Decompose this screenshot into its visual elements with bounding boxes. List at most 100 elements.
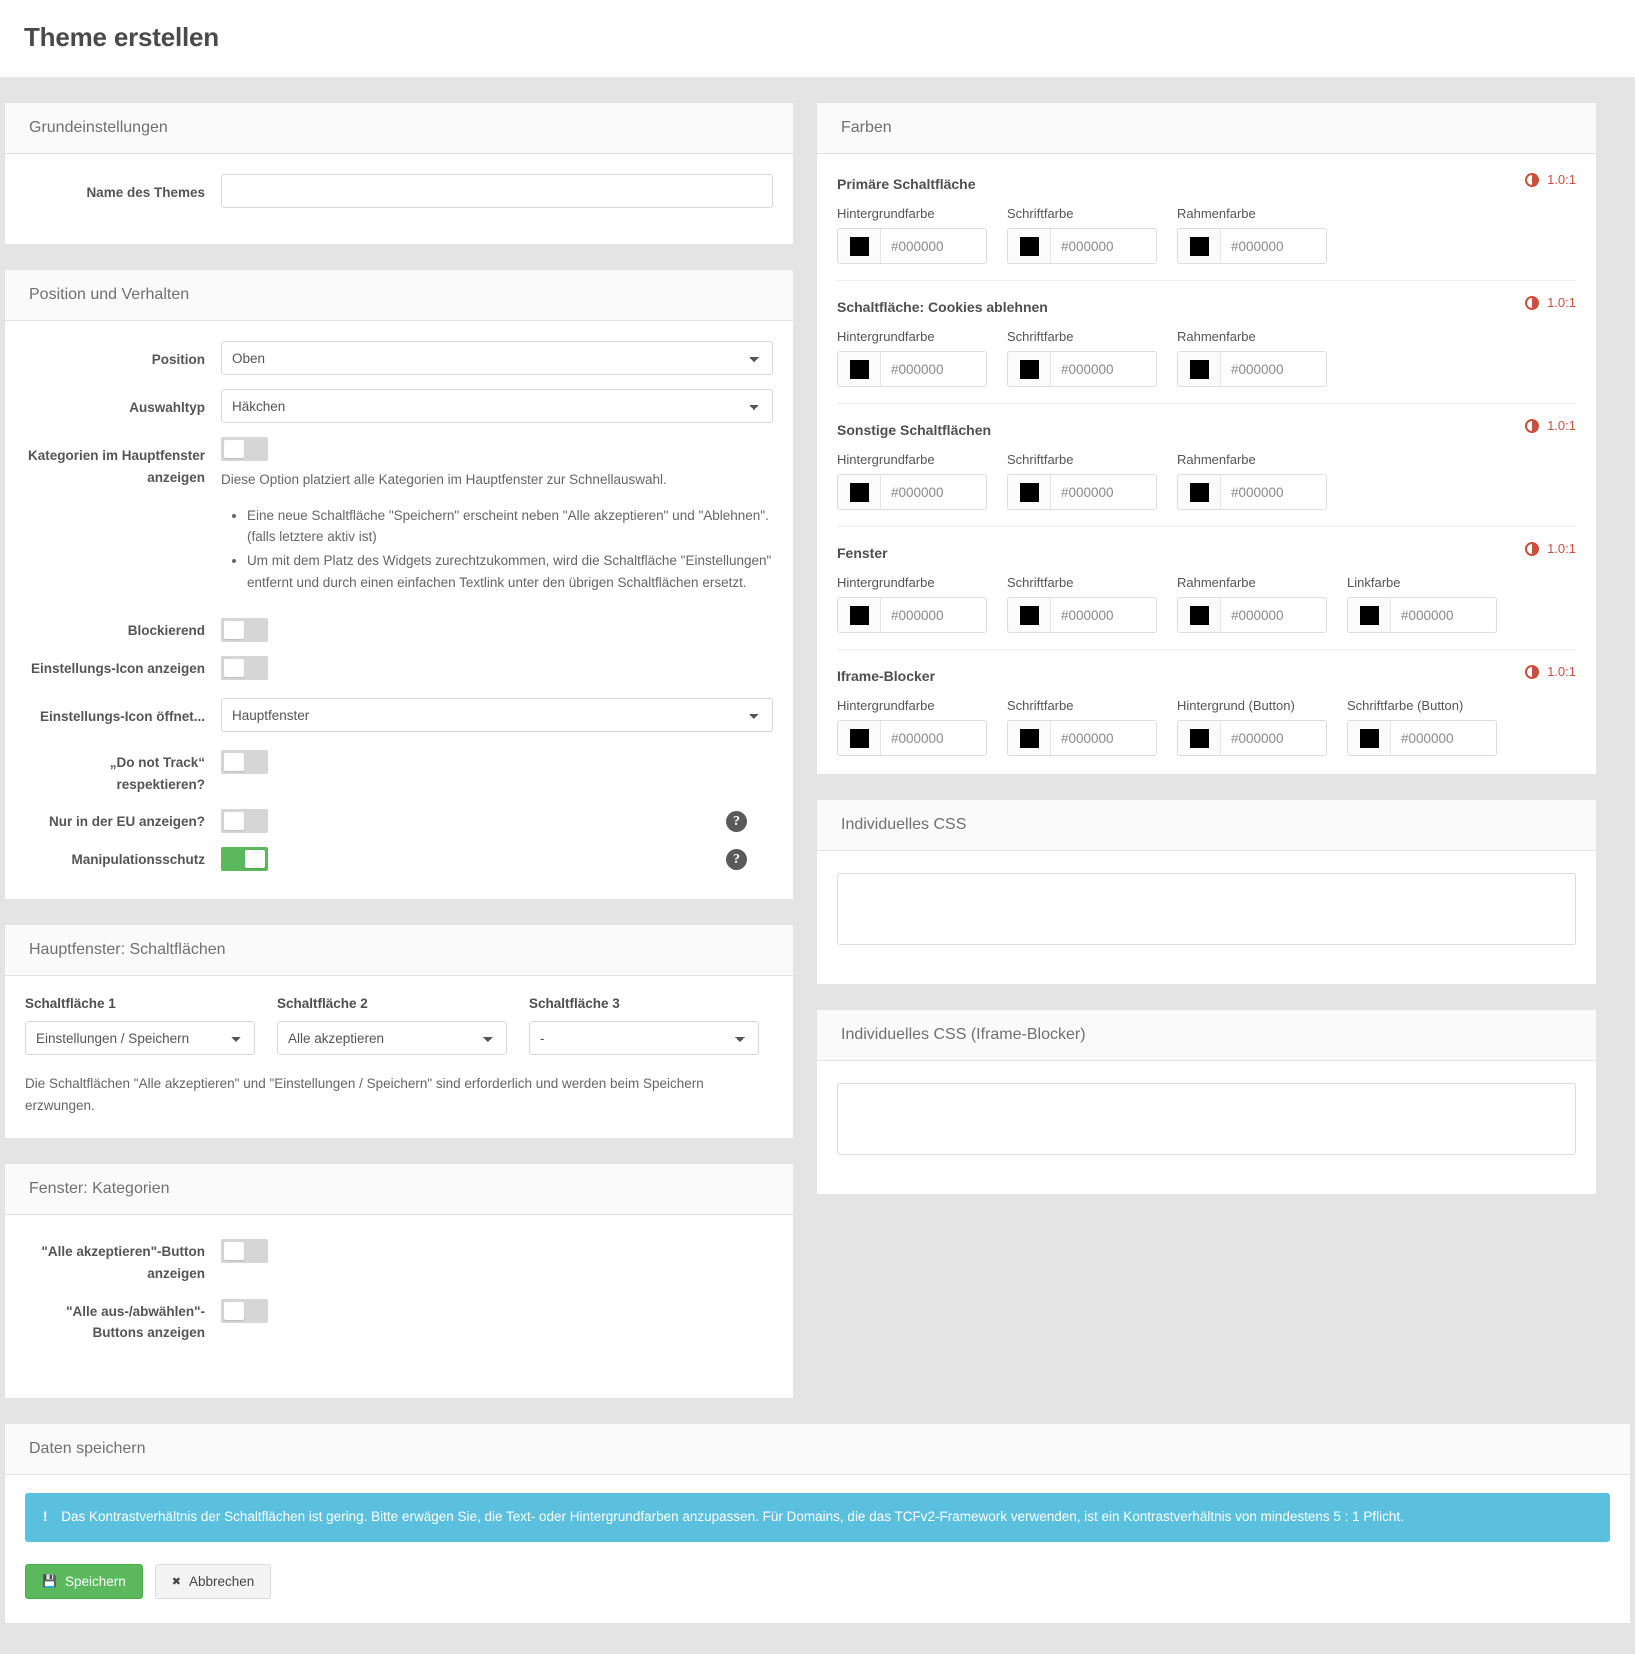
show-settings-icon-toggle[interactable]: [221, 656, 268, 680]
row-selection-type: Auswahltyp Häkchen: [25, 389, 773, 423]
settings-icon-opens-select[interactable]: Hauptfenster: [221, 698, 773, 732]
blocking-toggle[interactable]: [221, 618, 268, 642]
button-slot-1-select[interactable]: Einstellungen / Speichern: [25, 1021, 255, 1055]
color-hex-input[interactable]: [1051, 352, 1156, 386]
color-hex-input[interactable]: [1051, 475, 1156, 509]
list-item: Eine neue Schaltfläche "Speichern" ersch…: [247, 505, 773, 549]
color-field-label: Rahmenfarbe: [1177, 575, 1327, 590]
contrast-icon: [1525, 542, 1539, 556]
color-hex-input[interactable]: [881, 721, 986, 755]
custom-css-textarea[interactable]: [837, 873, 1576, 945]
categories-help-list: Eine neue Schaltfläche "Speichern" ersch…: [221, 505, 773, 594]
color-swatch-button[interactable]: [838, 229, 881, 263]
panel-custom-css-title: Individuelles CSS: [817, 800, 1596, 851]
button-slot-2-label: Schaltfläche 2: [277, 996, 507, 1011]
blocking-label: Blockierend: [25, 618, 221, 642]
color-swatch-button[interactable]: [1008, 598, 1051, 632]
color-hex-input[interactable]: [881, 229, 986, 263]
color-hex-input[interactable]: [1051, 229, 1156, 263]
color-hex-input[interactable]: [1051, 598, 1156, 632]
categories-main-window-label: Kategorien im Hauptfenster anzeigen: [25, 437, 221, 488]
color-field-label: Rahmenfarbe: [1177, 206, 1327, 221]
categories-help-text: Diese Option platziert alle Kategorien i…: [221, 469, 773, 491]
color-swatch-button[interactable]: [838, 598, 881, 632]
panel-colors-title: Farben: [817, 103, 1596, 154]
color-hex-input[interactable]: [881, 475, 986, 509]
contrast-ratio-badge: 1.0:1: [1525, 541, 1576, 556]
color-swatch-button[interactable]: [1008, 721, 1051, 755]
eu-only-toggle[interactable]: [221, 809, 268, 833]
color-swatch-button[interactable]: [1178, 352, 1221, 386]
color-hex-input[interactable]: [1221, 598, 1326, 632]
contrast-ratio-badge: 1.0:1: [1525, 172, 1576, 187]
color-swatch-button[interactable]: [1348, 598, 1391, 632]
show-settings-icon-label: Einstellungs-Icon anzeigen: [25, 656, 221, 680]
categories-main-window-toggle[interactable]: [221, 437, 268, 461]
color-field: Hintergrundfarbe: [837, 698, 987, 756]
panel-position-behavior-title: Position und Verhalten: [5, 270, 793, 321]
save-button[interactable]: 💾 Speichern: [25, 1564, 143, 1599]
button-slot-2: Schaltfläche 2 Alle akzeptieren: [277, 996, 507, 1055]
button-slot-2-select[interactable]: Alle akzeptieren: [277, 1021, 507, 1055]
help-circle-icon[interactable]: ?: [726, 849, 747, 870]
color-hex-input[interactable]: [881, 352, 986, 386]
color-field: Rahmenfarbe: [1177, 329, 1327, 387]
row-show-settings-icon: Einstellungs-Icon anzeigen: [25, 656, 773, 680]
contrast-ratio-value: 1.0:1: [1547, 418, 1576, 433]
color-field: Schriftfarbe: [1007, 452, 1157, 510]
color-hex-input[interactable]: [1221, 229, 1326, 263]
color-field-label: Hintergrund (Button): [1177, 698, 1327, 713]
color-swatch-button[interactable]: [1178, 475, 1221, 509]
settings-icon-opens-label: Einstellungs-Icon öffnet...: [25, 698, 221, 728]
color-swatch-button[interactable]: [838, 352, 881, 386]
do-not-track-toggle[interactable]: [221, 750, 268, 774]
theme-name-label: Name des Themes: [25, 174, 221, 204]
color-hex-input[interactable]: [1051, 721, 1156, 755]
color-field: Hintergrund (Button): [1177, 698, 1327, 756]
cancel-button[interactable]: ✖ Abbrechen: [155, 1564, 272, 1599]
color-swatch-button[interactable]: [1008, 475, 1051, 509]
color-field: Rahmenfarbe: [1177, 206, 1327, 264]
tamper-protection-label: Manipulationsschutz: [25, 847, 221, 871]
right-column: Farben Primäre Schaltfläche 1.0:1 Hinter…: [816, 102, 1597, 1219]
save-section-wrapper: Daten speichern ! Das Kontrastverhältnis…: [0, 1423, 1635, 1654]
show-accept-all-label: "Alle akzeptieren"-Button anzeigen: [25, 1239, 221, 1284]
selection-type-select[interactable]: Häkchen: [221, 389, 773, 423]
color-field-label: Hintergrundfarbe: [837, 698, 987, 713]
color-swatch-button[interactable]: [1008, 352, 1051, 386]
button-slot-3-select[interactable]: -: [529, 1021, 759, 1055]
panel-custom-css-iframe-title: Individuelles CSS (Iframe-Blocker): [817, 1010, 1596, 1061]
color-swatch-button[interactable]: [1348, 721, 1391, 755]
alert-message: Das Kontrastverhältnis der Schaltflächen…: [61, 1509, 1404, 1524]
color-field-label: Hintergrundfarbe: [837, 206, 987, 221]
color-swatch-button[interactable]: [838, 475, 881, 509]
color-field-label: Schriftfarbe: [1007, 452, 1157, 467]
panel-position-behavior: Position und Verhalten Position Oben Aus…: [4, 269, 794, 900]
color-swatch-button[interactable]: [1178, 598, 1221, 632]
help-circle-icon[interactable]: ?: [726, 811, 747, 832]
color-hex-input[interactable]: [1221, 352, 1326, 386]
color-swatch-button[interactable]: [1008, 229, 1051, 263]
color-swatch-button[interactable]: [1178, 229, 1221, 263]
theme-name-input[interactable]: [221, 174, 773, 208]
color-field-label: Rahmenfarbe: [1177, 329, 1327, 344]
color-hex-input[interactable]: [1221, 475, 1326, 509]
panel-main-window-buttons-title: Hauptfenster: Schaltflächen: [5, 925, 793, 976]
contrast-ratio-value: 1.0:1: [1547, 295, 1576, 310]
contrast-ratio-badge: 1.0:1: [1525, 418, 1576, 433]
save-button-label: Speichern: [65, 1574, 126, 1589]
tamper-protection-toggle[interactable]: [221, 847, 268, 871]
color-field: Hintergrundfarbe: [837, 329, 987, 387]
contrast-ratio-value: 1.0:1: [1547, 664, 1576, 679]
custom-css-iframe-textarea[interactable]: [837, 1083, 1576, 1155]
color-swatch-button[interactable]: [1178, 721, 1221, 755]
show-accept-all-toggle[interactable]: [221, 1239, 268, 1263]
position-select[interactable]: Oben: [221, 341, 773, 375]
color-hex-input[interactable]: [1391, 721, 1496, 755]
color-field-label: Schriftfarbe: [1007, 698, 1157, 713]
color-hex-input[interactable]: [1221, 721, 1326, 755]
color-hex-input[interactable]: [881, 598, 986, 632]
color-swatch-button[interactable]: [838, 721, 881, 755]
color-hex-input[interactable]: [1391, 598, 1496, 632]
show-select-all-toggle[interactable]: [221, 1299, 268, 1323]
